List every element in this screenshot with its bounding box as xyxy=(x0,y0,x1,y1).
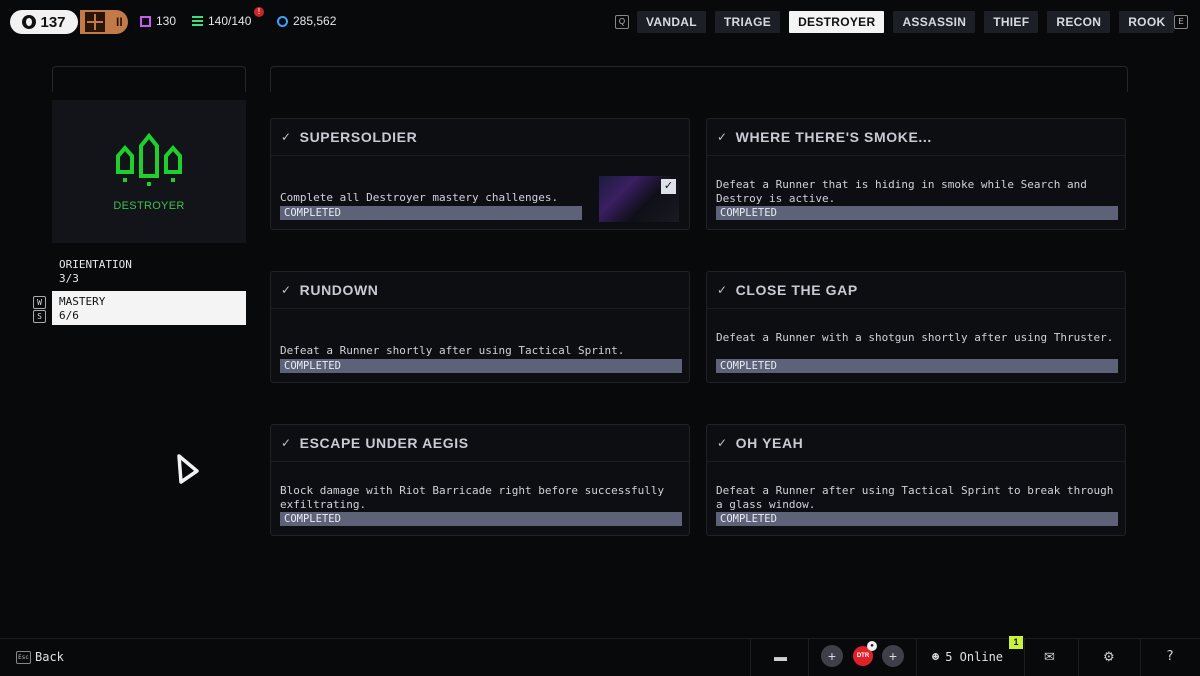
stat-blue-currency: 285,562 xyxy=(277,14,336,28)
cursor-icon xyxy=(177,454,199,484)
sidebar-item-mastery[interactable]: MASTERY 6/6 xyxy=(52,291,246,325)
microphone-icon: ● xyxy=(867,641,877,651)
main-panel-header xyxy=(270,66,1128,92)
sidebar-panel-header xyxy=(52,66,246,92)
sidebar-item-label: ORIENTATION xyxy=(59,258,132,271)
challenge-card[interactable]: ✓ OH YEAH Defeat a Runner after using Tac… xyxy=(706,424,1126,536)
challenge-description: Defeat a Runner after using Tactical Spr… xyxy=(716,484,1114,511)
challenge-card[interactable]: ✓ RUNDOWN Defeat a Runner shortly after u… xyxy=(270,271,690,383)
add-party-member-button[interactable]: + xyxy=(882,645,904,667)
tab-rook[interactable]: ROOK xyxy=(1119,11,1175,33)
rank-badge[interactable]: II xyxy=(80,10,128,34)
challenge-card[interactable]: ✓ SUPERSOLDIER Complete all Destroyer mas… xyxy=(270,118,690,230)
class-tabs: VANDAL TRIAGE DESTROYER ASSASSIN THIEF R… xyxy=(637,11,1175,33)
check-icon: ✓ xyxy=(281,436,292,450)
add-party-member-button[interactable]: + xyxy=(821,645,843,667)
divider xyxy=(1140,639,1141,676)
s-key-icon: S xyxy=(33,310,46,323)
check-icon: ✓ xyxy=(717,283,728,297)
player-logo-icon xyxy=(22,15,37,29)
divider xyxy=(750,639,751,676)
tab-recon[interactable]: RECON xyxy=(1047,11,1111,33)
challenge-status: COMPLETED xyxy=(280,359,682,373)
alert-icon[interactable]: ! xyxy=(254,7,264,17)
challenge-card[interactable]: ✓ CLOSE THE GAP Defeat a Runner with a sh… xyxy=(706,271,1126,383)
class-card: DESTROYER xyxy=(52,100,246,243)
purple-currency-value: 130 xyxy=(156,14,177,28)
challenge-card[interactable]: ✓ ESCAPE UNDER AEGIS Block damage with Ri… xyxy=(270,424,690,536)
challenge-description: Defeat a Runner with a shotgun shortly a… xyxy=(716,331,1114,344)
tab-vandal[interactable]: VANDAL xyxy=(637,11,706,33)
tab-assassin[interactable]: ASSASSIN xyxy=(893,11,976,33)
online-count: 5 Online xyxy=(945,650,1004,664)
challenge-title: OH YEAH xyxy=(735,435,804,451)
purple-currency-icon xyxy=(140,15,151,27)
check-icon: ✓ xyxy=(717,436,728,450)
esc-key-icon: Esc xyxy=(16,651,31,664)
settings-gear-icon[interactable]: ⚙ xyxy=(1103,649,1115,665)
tab-thief[interactable]: THIEF xyxy=(984,11,1039,33)
player-level: 137 xyxy=(40,13,66,31)
challenge-status: COMPLETED xyxy=(716,512,1118,526)
divider xyxy=(916,639,917,676)
capacity-icon xyxy=(192,15,203,27)
reward-thumbnail[interactable]: ✓ xyxy=(599,176,679,222)
rank-numeral: II xyxy=(115,15,123,29)
friends-online-button[interactable]: ☻ 5 Online xyxy=(932,650,1003,664)
challenge-title: ESCAPE UNDER AEGIS xyxy=(299,435,469,451)
challenge-title: RUNDOWN xyxy=(299,282,379,298)
check-icon: ✓ xyxy=(281,283,292,297)
challenge-title: WHERE THERE'S SMOKE... xyxy=(735,129,932,145)
divider xyxy=(1024,639,1025,676)
rank-emblem-icon xyxy=(85,12,106,32)
bottom-bar: Esc Back ▬ + DTR ● + ☻ 5 Online 1 ✉ ⚙ ? xyxy=(0,636,1200,676)
notification-badge: 1 xyxy=(1009,636,1023,649)
challenge-title: SUPERSOLDIER xyxy=(299,129,418,145)
blue-currency-value: 285,562 xyxy=(293,14,337,28)
w-key-icon: W xyxy=(33,296,46,309)
sidebar-item-orientation[interactable]: ORIENTATION 3/3 xyxy=(52,254,246,288)
challenge-status: COMPLETED xyxy=(280,206,582,220)
challenge-description: Defeat a Runner shortly after using Tact… xyxy=(280,344,625,357)
destroyer-emblem-icon xyxy=(116,132,182,186)
check-icon: ✓ xyxy=(281,130,292,144)
stat-green-capacity: 140/140 xyxy=(192,14,251,28)
challenge-card[interactable]: ✓ WHERE THERE'S SMOKE... Defeat a Runner … xyxy=(706,118,1126,230)
divider xyxy=(1078,639,1079,676)
mail-icon[interactable]: ✉ xyxy=(1044,649,1055,665)
challenge-description: Defeat a Runner that is hiding in smoke … xyxy=(716,178,1087,205)
help-icon[interactable]: ? xyxy=(1166,649,1174,664)
sidebar-item-progress: 6/6 xyxy=(59,309,79,322)
chat-icon[interactable]: ▬ xyxy=(774,649,787,664)
challenge-status: COMPLETED xyxy=(716,359,1118,373)
challenge-description: Block damage with Riot Barricade right b… xyxy=(280,484,665,511)
reward-claimed-check-icon: ✓ xyxy=(661,179,676,194)
sidebar-item-progress: 3/3 xyxy=(59,272,79,285)
check-icon: ✓ xyxy=(717,130,728,144)
class-name: DESTROYER xyxy=(113,199,185,212)
sidebar-item-label: MASTERY xyxy=(59,295,106,308)
back-button[interactable]: Back xyxy=(35,650,64,664)
next-tab-key-icon[interactable]: E xyxy=(1174,15,1188,29)
player-level-badge[interactable]: 137 xyxy=(10,10,78,34)
capacity-value: 140/140 xyxy=(208,14,252,28)
tab-destroyer[interactable]: DESTROYER xyxy=(789,11,885,33)
top-bar: 137 II 130 140/140 ! 285,562 Q VANDAL TR… xyxy=(0,0,1200,44)
tab-triage[interactable]: TRIAGE xyxy=(714,11,781,33)
divider xyxy=(808,639,809,676)
stat-purple-currency: 130 xyxy=(140,14,176,28)
blue-currency-icon xyxy=(277,15,288,27)
challenge-status: COMPLETED xyxy=(280,512,682,526)
challenge-title: CLOSE THE GAP xyxy=(735,282,858,298)
prev-tab-key-icon[interactable]: Q xyxy=(615,15,629,29)
challenge-status: COMPLETED xyxy=(716,206,1118,220)
friends-icon: ☻ xyxy=(932,650,940,664)
